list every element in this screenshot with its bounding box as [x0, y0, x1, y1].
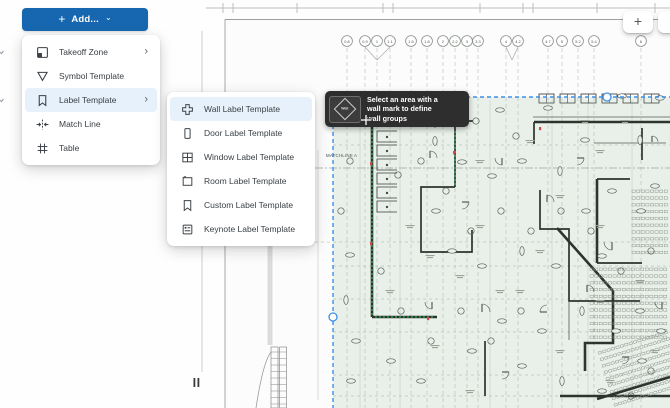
recenter-view-button[interactable]: +: [623, 11, 653, 33]
symbol-template-icon: [36, 70, 49, 83]
svg-text:2: 2: [442, 39, 444, 44]
submenu-item-label: Custom Label Template: [204, 200, 293, 210]
window-label-icon: [181, 151, 194, 164]
add-button[interactable]: + Add... ⌄: [22, 8, 148, 31]
menu-item-label: Label Template: [59, 95, 117, 105]
menu-item-match-line[interactable]: Match Line: [25, 112, 157, 136]
submenu-item-label: Keynote Label Template: [204, 224, 295, 234]
submenu-item-label: Room Label Template: [204, 176, 287, 186]
submenu-item-wall-label-template[interactable]: Wall Label Template: [170, 97, 312, 121]
label-template-submenu: Wall Label Template Door Label Template …: [167, 92, 315, 246]
svg-text:5.2: 5.2: [575, 39, 580, 44]
tooltip-text: Select an area with a wall mark to defin…: [367, 95, 438, 123]
submenu-item-custom-label-template[interactable]: Custom Label Template: [170, 193, 312, 217]
menu-item-table[interactable]: Table: [25, 136, 157, 160]
menu-item-symbol-template[interactable]: Symbol Template: [25, 64, 157, 88]
menu-item-label: Table: [59, 143, 79, 153]
wall-label-icon: [181, 103, 194, 116]
room-label-icon: [181, 175, 194, 188]
svg-text:1.8: 1.8: [424, 39, 429, 44]
submenu-arrow-icon: ›: [144, 46, 148, 58]
door-label-icon: [181, 127, 194, 140]
recenter-icon: +: [634, 13, 642, 29]
takeoff-zone-tint: [333, 97, 670, 408]
svg-text:3.3: 3.3: [475, 39, 480, 44]
selection-handle-top[interactable]: [603, 93, 611, 101]
svg-text:4.2: 4.2: [515, 39, 520, 44]
menu-item-label-template[interactable]: Label Template ›: [25, 88, 157, 112]
table-icon: [36, 142, 49, 155]
menu-item-label: Symbol Template: [59, 71, 124, 81]
svg-text:3: 3: [466, 39, 468, 44]
submenu-item-label: Door Label Template: [204, 128, 282, 138]
submenu-item-window-label-template[interactable]: Window Label Template: [170, 145, 312, 169]
svg-text:0.9: 0.9: [362, 39, 367, 44]
submenu-item-door-label-template[interactable]: Door Label Template: [170, 121, 312, 145]
menu-item-takeoff-zone[interactable]: Takeoff Zone ›: [25, 40, 157, 64]
custom-label-icon: [181, 199, 194, 212]
svg-text:5.4: 5.4: [591, 39, 597, 44]
menu-item-label: Takeoff Zone: [59, 47, 108, 57]
chevron-down-icon: ⌄: [105, 14, 112, 22]
submenu-item-room-label-template[interactable]: Room Label Template: [170, 169, 312, 193]
submenu-item-label: Wall Label Template: [204, 104, 280, 114]
svg-text:4.7: 4.7: [545, 39, 550, 44]
wall-mark-icon: Wall: [329, 96, 361, 123]
keynote-label-icon: [181, 223, 194, 236]
svg-text:5: 5: [561, 39, 563, 44]
svg-text:2.2: 2.2: [452, 39, 457, 44]
wall-mark-icon-label: Wall: [341, 107, 348, 111]
svg-text:0.8: 0.8: [344, 39, 349, 44]
submenu-item-keynote-label-template[interactable]: Keynote Label Template: [170, 217, 312, 241]
selection-handle-left[interactable]: [329, 313, 337, 321]
submenu-item-label: Window Label Template: [204, 152, 294, 162]
menu-item-label: Match Line: [59, 119, 101, 129]
svg-text:1: 1: [376, 39, 378, 44]
add-dropdown-menu: Takeoff Zone › Symbol Template Label Tem…: [22, 35, 160, 165]
label-template-icon: [36, 94, 49, 107]
svg-text:1.1: 1.1: [387, 39, 392, 44]
takeoff-zone-icon: [36, 46, 49, 59]
plus-icon: +: [58, 13, 65, 25]
viewport-secondary-button[interactable]: [658, 11, 670, 33]
cursor-crosshair-icon: [360, 114, 372, 126]
submenu-arrow-icon: ›: [144, 94, 148, 106]
svg-text:1.5: 1.5: [408, 39, 413, 44]
svg-text:6: 6: [640, 39, 642, 44]
match-line-icon: [36, 118, 49, 131]
wall-tool-tooltip: Wall Select an area with a wall mark to …: [325, 91, 469, 127]
add-button-label: Add...: [71, 14, 99, 25]
